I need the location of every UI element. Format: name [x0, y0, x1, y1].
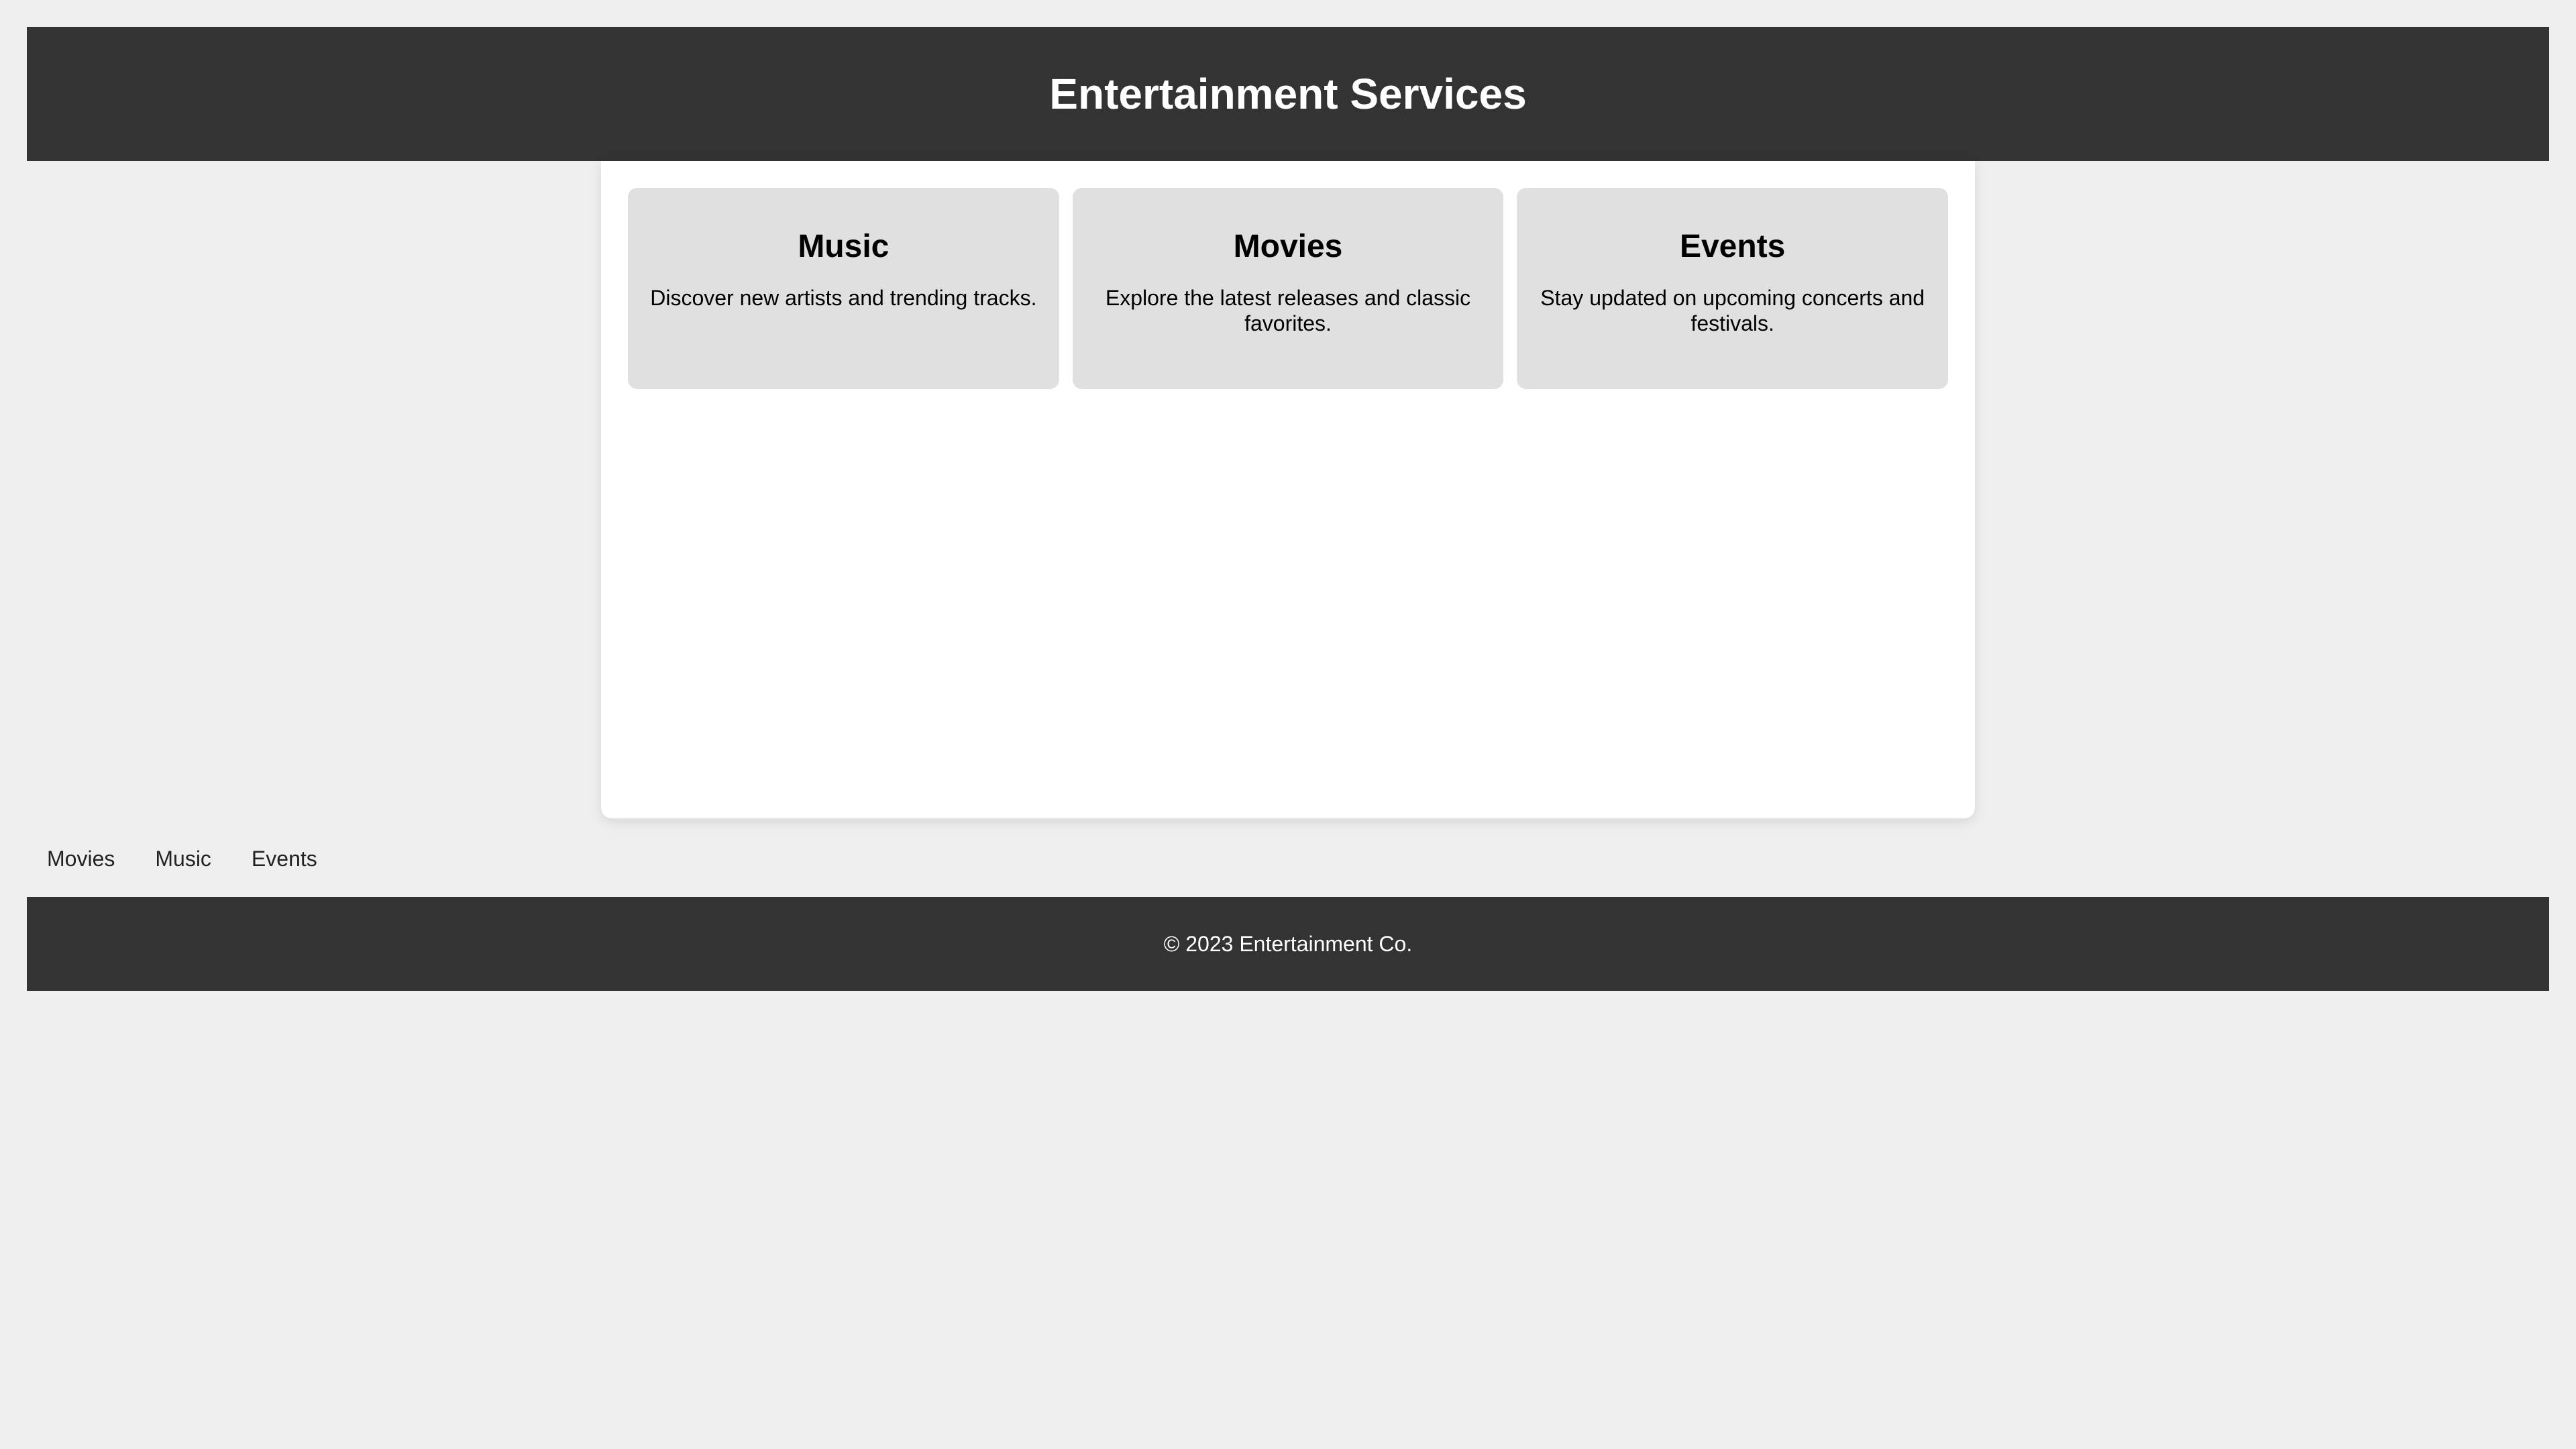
card-events[interactable]: Events Stay updated on upcoming concerts… — [1517, 188, 1949, 389]
card-title: Music — [798, 229, 890, 264]
nav-link-events[interactable]: Events — [231, 836, 337, 882]
nav-link-movies[interactable]: Movies — [27, 836, 135, 882]
card-title: Events — [1679, 229, 1786, 264]
nav-link-music[interactable]: Music — [135, 836, 231, 882]
main-content-panel: Music Discover new artists and trending … — [601, 161, 1975, 818]
service-cards: Music Discover new artists and trending … — [628, 188, 1949, 389]
card-description: Explore the latest releases and classic … — [1105, 286, 1471, 335]
nav-links: Movies Music Events — [27, 832, 337, 885]
page-title: Entertainment Services — [1049, 70, 1527, 118]
card-description: Stay updated on upcoming concerts and fe… — [1540, 286, 1925, 335]
card-music[interactable]: Music Discover new artists and trending … — [628, 188, 1059, 389]
card-movies[interactable]: Movies Explore the latest releases and c… — [1072, 188, 1504, 389]
page-footer: © 2023 Entertainment Co. — [27, 897, 2549, 991]
card-description: Discover new artists and trending tracks… — [650, 286, 1037, 310]
page-header: Entertainment Services — [27, 27, 2549, 161]
copyright-text: © 2023 Entertainment Co. — [1163, 931, 1413, 956]
card-title: Movies — [1233, 229, 1343, 264]
